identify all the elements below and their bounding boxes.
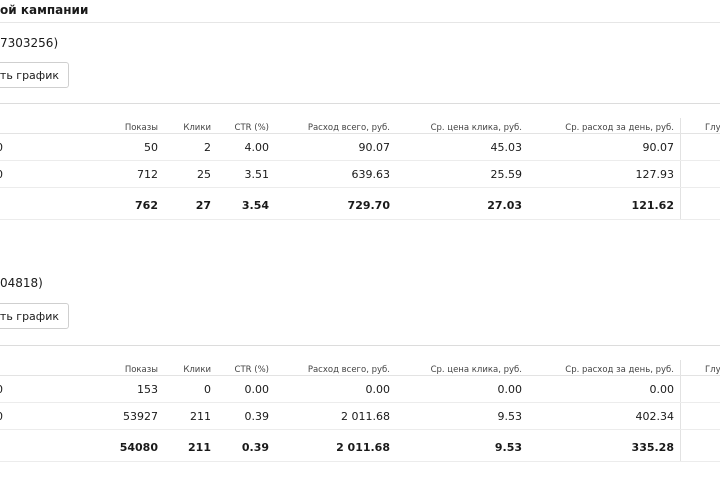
cell-impressions: 153 [137,383,158,396]
total-spend: 2 011.68 [336,441,390,454]
title-divider [0,22,720,23]
column-divider [680,118,681,133]
cell-total-spend: 2 011.68 [341,410,390,423]
cell-ctr: 0.39 [244,410,270,423]
row-label: 0 [0,410,3,423]
cell-avg-daily-spend: 0.00 [649,383,675,396]
cell-avg-daily-spend: 90.07 [642,141,675,154]
cell-clicks: 211 [190,410,211,423]
cell-avg-cpc: 45.03 [490,141,523,154]
column-divider [680,134,681,160]
show-chart-button[interactable]: ть график [0,62,69,88]
cell-impressions: 50 [144,141,158,154]
total-ctr: 3.54 [241,199,269,212]
table-header-row: Показы Клики CTR (%) Расход всего, руб. … [0,103,720,134]
cell-total-spend: 0.00 [365,383,391,396]
cell-clicks: 2 [204,141,211,154]
campaign-id: 7303256) [0,36,59,50]
cell-ctr: 3.51 [244,168,270,181]
table-row: 0 50 2 4.00 90.07 45.03 90.07 [0,134,720,161]
row-label: 0 [0,141,3,154]
total-avg-cpc: 27.03 [487,199,522,212]
table-total-row: 54080 211 0.39 2 011.68 9.53 335.28 [0,430,720,462]
column-divider [680,376,681,402]
cell-clicks: 25 [197,168,211,181]
show-chart-button[interactable]: ть график [0,303,69,329]
cell-avg-daily-spend: 402.34 [635,410,675,423]
cell-ctr: 0.00 [244,383,270,396]
column-divider [680,403,681,429]
table-header-row: Показы Клики CTR (%) Расход всего, руб. … [0,345,720,376]
cell-avg-cpc: 9.53 [497,410,523,423]
table-total-row: 762 27 3.54 729.70 27.03 121.62 [0,188,720,220]
cell-total-spend: 90.07 [358,141,391,154]
table-row: 0 153 0 0.00 0.00 0.00 0.00 [0,376,720,403]
total-impressions: 762 [135,199,158,212]
stats-table: Показы Клики CTR (%) Расход всего, руб. … [0,103,720,220]
total-avg-daily-spend: 121.62 [631,199,674,212]
cell-ctr: 4.00 [244,141,270,154]
cell-avg-daily-spend: 127.93 [635,168,675,181]
total-clicks: 211 [188,441,211,454]
column-divider [680,430,681,461]
total-impressions: 54080 [119,441,158,454]
cell-clicks: 0 [204,383,211,396]
cell-total-spend: 639.63 [351,168,391,181]
page-title: ой кампании [0,3,89,17]
table-row: 0 53927 211 0.39 2 011.68 9.53 402.34 [0,403,720,430]
row-label: 0 [0,168,3,181]
row-label: 0 [0,383,3,396]
campaign-id: 04818) [0,276,43,290]
column-divider [680,188,681,219]
total-avg-daily-spend: 335.28 [631,441,674,454]
cell-impressions: 53927 [123,410,158,423]
total-avg-cpc: 9.53 [494,441,522,454]
column-divider [680,161,681,187]
total-ctr: 0.39 [241,441,269,454]
stats-table: Показы Клики CTR (%) Расход всего, руб. … [0,345,720,462]
cell-avg-cpc: 25.59 [490,168,523,181]
total-spend: 729.70 [347,199,390,212]
cell-impressions: 712 [137,168,158,181]
table-row: 0 712 25 3.51 639.63 25.59 127.93 [0,161,720,188]
column-divider [680,360,681,375]
total-clicks: 27 [195,199,211,212]
cell-avg-cpc: 0.00 [497,383,523,396]
